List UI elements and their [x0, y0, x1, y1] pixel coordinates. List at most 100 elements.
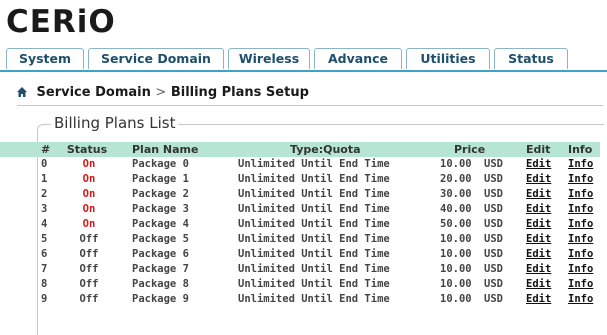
info-link[interactable]: Info: [568, 172, 593, 187]
cell-type-quota: Unlimited Until End Time: [238, 188, 390, 200]
cell-num: 9: [41, 293, 48, 305]
table-header-row: # Status Plan Name Type:Quota Price Edit…: [0, 142, 600, 157]
breadcrumb-section[interactable]: Service Domain: [37, 85, 151, 100]
edit-link[interactable]: Edit: [526, 232, 551, 247]
cell-price: 30.00: [440, 188, 472, 200]
col-header-num: #: [41, 143, 51, 156]
tab-system[interactable]: System: [6, 48, 84, 69]
edit-link[interactable]: Edit: [526, 202, 551, 217]
billing-plans-legend: Billing Plans List: [51, 113, 179, 133]
info-link[interactable]: Info: [568, 157, 593, 172]
cell-type-quota: Unlimited Until End Time: [238, 158, 390, 170]
edit-link[interactable]: Edit: [526, 217, 551, 232]
cell-status: Off: [79, 233, 99, 245]
cell-status: On: [82, 188, 96, 200]
info-link[interactable]: Info: [568, 292, 593, 307]
table-row: 9 Off Package 9 Unlimited Until End Time 10.…: [0, 292, 600, 307]
cell-plan-name: Package 3: [132, 203, 189, 215]
cell-type-quota: Unlimited Until End Time: [238, 293, 390, 305]
table-row: 3 On Package 3 Unlimited Until End Time 40.0…: [0, 202, 600, 217]
cell-plan-name: Package 2: [132, 188, 189, 200]
cell-num: 4: [41, 218, 48, 230]
breadcrumb-page: Billing Plans Setup: [170, 85, 309, 100]
table-row: 4 On Package 4 Unlimited Until End Time 50.0…: [0, 217, 600, 232]
col-header-price: Price: [454, 143, 486, 156]
edit-link[interactable]: Edit: [526, 292, 551, 307]
cell-num: 1: [41, 173, 48, 185]
cell-currency: USD: [484, 173, 503, 185]
table-row: 5 Off Package 5 Unlimited Until End Time 10.…: [0, 232, 600, 247]
cell-currency: USD: [484, 233, 503, 245]
table-row: 1 On Package 1 Unlimited Until End Time 20.0…: [0, 172, 600, 187]
cell-plan-name: Package 8: [132, 278, 189, 290]
info-link[interactable]: Info: [568, 247, 593, 262]
col-header-plan: Plan Name: [132, 143, 199, 156]
cell-status: Off: [79, 278, 99, 290]
info-link[interactable]: Info: [568, 232, 593, 247]
table-row: 8 Off Package 8 Unlimited Until End Time 10.…: [0, 277, 600, 292]
cell-status: Off: [79, 293, 99, 305]
col-header-status: Status: [66, 143, 108, 156]
cell-currency: USD: [484, 218, 503, 230]
cell-plan-name: Package 6: [132, 248, 189, 260]
edit-link[interactable]: Edit: [526, 262, 551, 277]
edit-link[interactable]: Edit: [526, 247, 551, 262]
cell-plan-name: Package 4: [132, 218, 189, 230]
col-header-edit: Edit: [526, 143, 551, 156]
cell-currency: USD: [484, 188, 503, 200]
cell-currency: USD: [484, 293, 503, 305]
cell-type-quota: Unlimited Until End Time: [238, 263, 390, 275]
cell-num: 6: [41, 248, 48, 260]
cell-price: 40.00: [440, 203, 472, 215]
cerio-logo: CERiO: [6, 4, 116, 40]
cell-currency: USD: [484, 203, 503, 215]
cell-currency: USD: [484, 278, 503, 290]
cell-status: Off: [79, 263, 99, 275]
cell-num: 2: [41, 188, 48, 200]
cell-type-quota: Unlimited Until End Time: [238, 173, 390, 185]
cell-plan-name: Package 5: [132, 233, 189, 245]
info-link[interactable]: Info: [568, 187, 593, 202]
info-link[interactable]: Info: [568, 262, 593, 277]
cell-status: On: [82, 203, 96, 215]
cell-price: 10.00: [440, 248, 472, 260]
cell-num: 8: [41, 278, 48, 290]
cell-plan-name: Package 9: [132, 293, 189, 305]
cell-type-quota: Unlimited Until End Time: [238, 233, 390, 245]
info-link[interactable]: Info: [568, 217, 593, 232]
cell-type-quota: Unlimited Until End Time: [238, 218, 390, 230]
cell-status: Off: [79, 248, 99, 260]
cell-num: 0: [41, 158, 48, 170]
edit-link[interactable]: Edit: [526, 157, 551, 172]
cell-price: 10.00: [440, 233, 472, 245]
tab-advance[interactable]: Advance: [314, 48, 402, 69]
col-header-type: Type:Quota: [290, 143, 361, 156]
col-header-info: Info: [568, 143, 593, 156]
breadcrumb: Service Domain > Billing Plans Setup: [17, 84, 603, 106]
cell-price: 10.00: [440, 278, 472, 290]
cell-price: 10.00: [440, 263, 472, 275]
breadcrumb-separator: >: [155, 85, 167, 100]
cell-price: 20.00: [440, 173, 472, 185]
cell-price: 10.00: [440, 158, 472, 170]
home-icon: [17, 87, 27, 97]
tab-wireless[interactable]: Wireless: [228, 48, 310, 69]
cell-price: 10.00: [440, 293, 472, 305]
cell-type-quota: Unlimited Until End Time: [238, 248, 390, 260]
info-link[interactable]: Info: [568, 202, 593, 217]
cell-status: On: [82, 158, 96, 170]
tab-utilities[interactable]: Utilities: [406, 48, 490, 69]
edit-link[interactable]: Edit: [526, 277, 551, 292]
info-link[interactable]: Info: [568, 277, 593, 292]
tab-service-domain[interactable]: Service Domain: [88, 48, 224, 69]
cell-type-quota: Unlimited Until End Time: [238, 203, 390, 215]
cell-plan-name: Package 1: [132, 173, 189, 185]
cell-currency: USD: [484, 248, 503, 260]
cell-type-quota: Unlimited Until End Time: [238, 278, 390, 290]
cell-num: 5: [41, 233, 48, 245]
edit-link[interactable]: Edit: [526, 187, 551, 202]
cell-price: 50.00: [440, 218, 472, 230]
edit-link[interactable]: Edit: [526, 172, 551, 187]
tab-status[interactable]: Status: [494, 48, 568, 69]
table-row: 2 On Package 2 Unlimited Until End Time 30.0…: [0, 187, 600, 202]
